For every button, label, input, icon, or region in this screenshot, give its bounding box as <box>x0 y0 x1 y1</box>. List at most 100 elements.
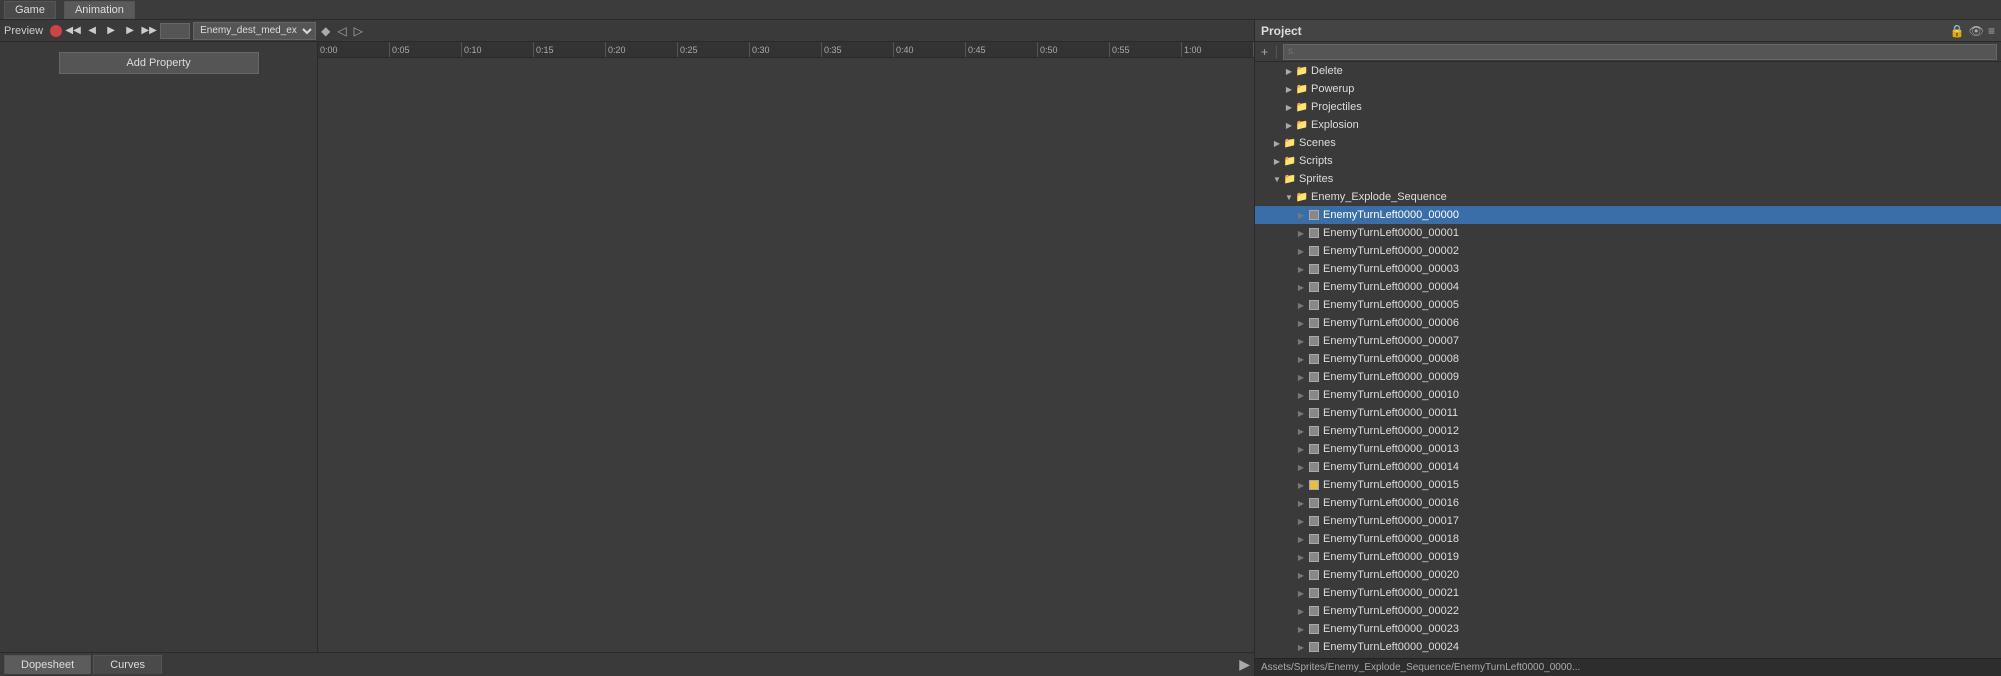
tree-item-sprites[interactable]: ▼📁Sprites <box>1255 170 2001 188</box>
play-button[interactable]: ▶ <box>103 23 119 39</box>
tree-item-f00000[interactable]: ▶EnemyTurnLeft0000_00000 <box>1255 206 2001 224</box>
tree-item-f00008[interactable]: ▶EnemyTurnLeft0000_00008 <box>1255 350 2001 368</box>
tree-item-label: EnemyTurnLeft0000_00003 <box>1323 263 1459 275</box>
tree-item-f00022[interactable]: ▶EnemyTurnLeft0000_00022 <box>1255 602 2001 620</box>
tree-item-f00002[interactable]: ▶EnemyTurnLeft0000_00002 <box>1255 242 2001 260</box>
sprite-icon <box>1307 298 1321 312</box>
scroll-right-button[interactable]: ▶ <box>1239 656 1250 673</box>
tree-item-f00023[interactable]: ▶EnemyTurnLeft0000_00023 <box>1255 620 2001 638</box>
diamond-right-icon[interactable]: ▷ <box>352 24 365 38</box>
tree-expand-arrow[interactable]: ▶ <box>1295 535 1307 544</box>
tree-expand-arrow[interactable]: ▶ <box>1283 85 1295 94</box>
tree-expand-arrow[interactable]: ▶ <box>1295 553 1307 562</box>
tree-expand-arrow[interactable]: ▶ <box>1283 103 1295 112</box>
timeline-area: 0:000:050:100:150:200:250:300:350:400:45… <box>318 42 1254 652</box>
tree-expand-arrow[interactable]: ▶ <box>1295 481 1307 490</box>
tree-item-label: EnemyTurnLeft0000_00017 <box>1323 515 1459 527</box>
tree-expand-arrow[interactable]: ▶ <box>1295 355 1307 364</box>
tree-item-f00005[interactable]: ▶EnemyTurnLeft0000_00005 <box>1255 296 2001 314</box>
tree-item-f00015[interactable]: ▶EnemyTurnLeft0000_00015 <box>1255 476 2001 494</box>
project-search-input[interactable] <box>1283 44 1997 60</box>
tree-item-f00020[interactable]: ▶EnemyTurnLeft0000_00020 <box>1255 566 2001 584</box>
tree-item-scripts[interactable]: ▶📁Scripts <box>1255 152 2001 170</box>
sprite-icon <box>1307 352 1321 366</box>
tree-expand-arrow[interactable]: ▶ <box>1295 445 1307 454</box>
ruler-tick: 0:50 <box>1038 42 1110 57</box>
diamond-icon[interactable]: ◆ <box>319 24 332 38</box>
sprite-icon <box>1307 262 1321 276</box>
tree-expand-arrow[interactable]: ▼ <box>1283 193 1295 202</box>
tree-expand-arrow[interactable]: ▼ <box>1271 175 1283 184</box>
tree-item-f00013[interactable]: ▶EnemyTurnLeft0000_00013 <box>1255 440 2001 458</box>
tree-item-f00024[interactable]: ▶EnemyTurnLeft0000_00024 <box>1255 638 2001 656</box>
tree-item-f00011[interactable]: ▶EnemyTurnLeft0000_00011 <box>1255 404 2001 422</box>
tree-item-label: Scripts <box>1299 155 1333 167</box>
tree-item-f00014[interactable]: ▶ EnemyTurnLeft0000_00014 <box>1255 458 2001 476</box>
tree-expand-arrow[interactable]: ▶ <box>1295 247 1307 256</box>
tree-expand-arrow[interactable]: ▶ <box>1295 319 1307 328</box>
tree-expand-arrow[interactable]: ▶ <box>1295 265 1307 274</box>
tree-item-f00018[interactable]: ▶EnemyTurnLeft0000_00018 <box>1255 530 2001 548</box>
tree-expand-arrow[interactable]: ▶ <box>1295 229 1307 238</box>
tree-expand-arrow[interactable]: ▶ <box>1295 643 1307 652</box>
tab-dopesheet[interactable]: Dopesheet <box>4 655 91 674</box>
tree-item-f00016[interactable]: ▶EnemyTurnLeft0000_00016 <box>1255 494 2001 512</box>
tree-item-f00009[interactable]: ▶EnemyTurnLeft0000_00009 <box>1255 368 2001 386</box>
tree-item-f00006[interactable]: ▶EnemyTurnLeft0000_00006 <box>1255 314 2001 332</box>
tree-expand-arrow[interactable]: ▶ <box>1295 499 1307 508</box>
tree-expand-arrow[interactable]: ▶ <box>1295 337 1307 346</box>
add-property-button[interactable]: Add Property <box>59 52 259 74</box>
tree-expand-arrow[interactable]: ▶ <box>1271 139 1283 148</box>
tree-expand-arrow[interactable]: ▶ <box>1295 409 1307 418</box>
tree-item-scenes[interactable]: ▶📁Scenes <box>1255 134 2001 152</box>
tree-item-explosion[interactable]: ▶📁Explosion <box>1255 116 2001 134</box>
tab-game[interactable]: Game <box>4 1 56 19</box>
tree-expand-arrow[interactable]: ▶ <box>1295 211 1307 220</box>
tree-item-f00012[interactable]: ▶ EnemyTurnLeft0000_00012 <box>1255 422 2001 440</box>
prev-frame-button[interactable]: ◀ <box>84 23 100 39</box>
sprite-icon <box>1307 640 1321 654</box>
tree-expand-arrow[interactable]: ▶ <box>1295 463 1307 472</box>
tree-expand-arrow[interactable]: ▶ <box>1283 67 1295 76</box>
tree-expand-arrow[interactable]: ▶ <box>1295 301 1307 310</box>
tree-expand-arrow[interactable]: ▶ <box>1295 517 1307 526</box>
tree-item-label: EnemyTurnLeft0000_00014 <box>1323 461 1459 473</box>
tree-expand-arrow[interactable]: ▶ <box>1295 589 1307 598</box>
diamond-left-icon[interactable]: ◁ <box>335 24 348 38</box>
tree-item-powerup[interactable]: ▶📁Powerup <box>1255 80 2001 98</box>
tree-expand-arrow[interactable]: ▶ <box>1295 391 1307 400</box>
file-tree: ▶📁Delete▶📁Powerup▶📁Projectiles▶📁Explosio… <box>1255 62 2001 658</box>
tree-item-f00019[interactable]: ▶EnemyTurnLeft0000_00019 <box>1255 548 2001 566</box>
tree-item-projectiles[interactable]: ▶📁Projectiles <box>1255 98 2001 116</box>
tree-item-f00003[interactable]: ▶ EnemyTurnLeft0000_00003 <box>1255 260 2001 278</box>
folder-icon: 📁 <box>1295 64 1309 78</box>
tree-expand-arrow[interactable]: ▶ <box>1283 121 1295 130</box>
tree-expand-arrow[interactable]: ▶ <box>1295 283 1307 292</box>
tree-expand-arrow[interactable]: ▶ <box>1295 607 1307 616</box>
tree-item-f00004[interactable]: ▶ EnemyTurnLeft0000_00004 <box>1255 278 2001 296</box>
tab-animation[interactable]: Animation <box>64 1 135 19</box>
tree-item-f00001[interactable]: ▶EnemyTurnLeft0000_00001 <box>1255 224 2001 242</box>
tree-expand-arrow[interactable]: ▶ <box>1295 571 1307 580</box>
tree-item-label: EnemyTurnLeft0000_00012 <box>1323 425 1459 437</box>
tree-item-f00007[interactable]: ▶EnemyTurnLeft0000_00007 <box>1255 332 2001 350</box>
add-asset-button[interactable]: + <box>1259 45 1270 59</box>
tree-item-f00010[interactable]: ▶EnemyTurnLeft0000_00010 <box>1255 386 2001 404</box>
tree-expand-arrow[interactable]: ▶ <box>1295 373 1307 382</box>
project-toolbar: + <box>1255 42 2001 62</box>
tree-expand-arrow[interactable]: ▶ <box>1271 157 1283 166</box>
next-frame-button[interactable]: ▶ <box>122 23 138 39</box>
tree-item-label: EnemyTurnLeft0000_00004 <box>1323 281 1459 293</box>
tree-item-f00017[interactable]: ▶ EnemyTurnLeft0000_00017 <box>1255 512 2001 530</box>
tree-item-enemy-explode-seq[interactable]: ▼📁Enemy_Explode_Sequence <box>1255 188 2001 206</box>
tree-item-delete[interactable]: ▶📁Delete <box>1255 62 2001 80</box>
tree-expand-arrow[interactable]: ▶ <box>1295 427 1307 436</box>
frame-input[interactable]: 0 <box>160 23 190 39</box>
tree-item-f00021[interactable]: ▶EnemyTurnLeft0000_00021 <box>1255 584 2001 602</box>
skip-start-button[interactable]: ◀◀ <box>65 23 81 39</box>
clip-select[interactable]: Enemy_dest_med_ex <box>193 22 316 40</box>
tree-expand-arrow[interactable]: ▶ <box>1295 625 1307 634</box>
record-button[interactable] <box>50 25 62 37</box>
skip-end-button[interactable]: ▶▶ <box>141 23 157 39</box>
tab-curves[interactable]: Curves <box>93 655 162 674</box>
